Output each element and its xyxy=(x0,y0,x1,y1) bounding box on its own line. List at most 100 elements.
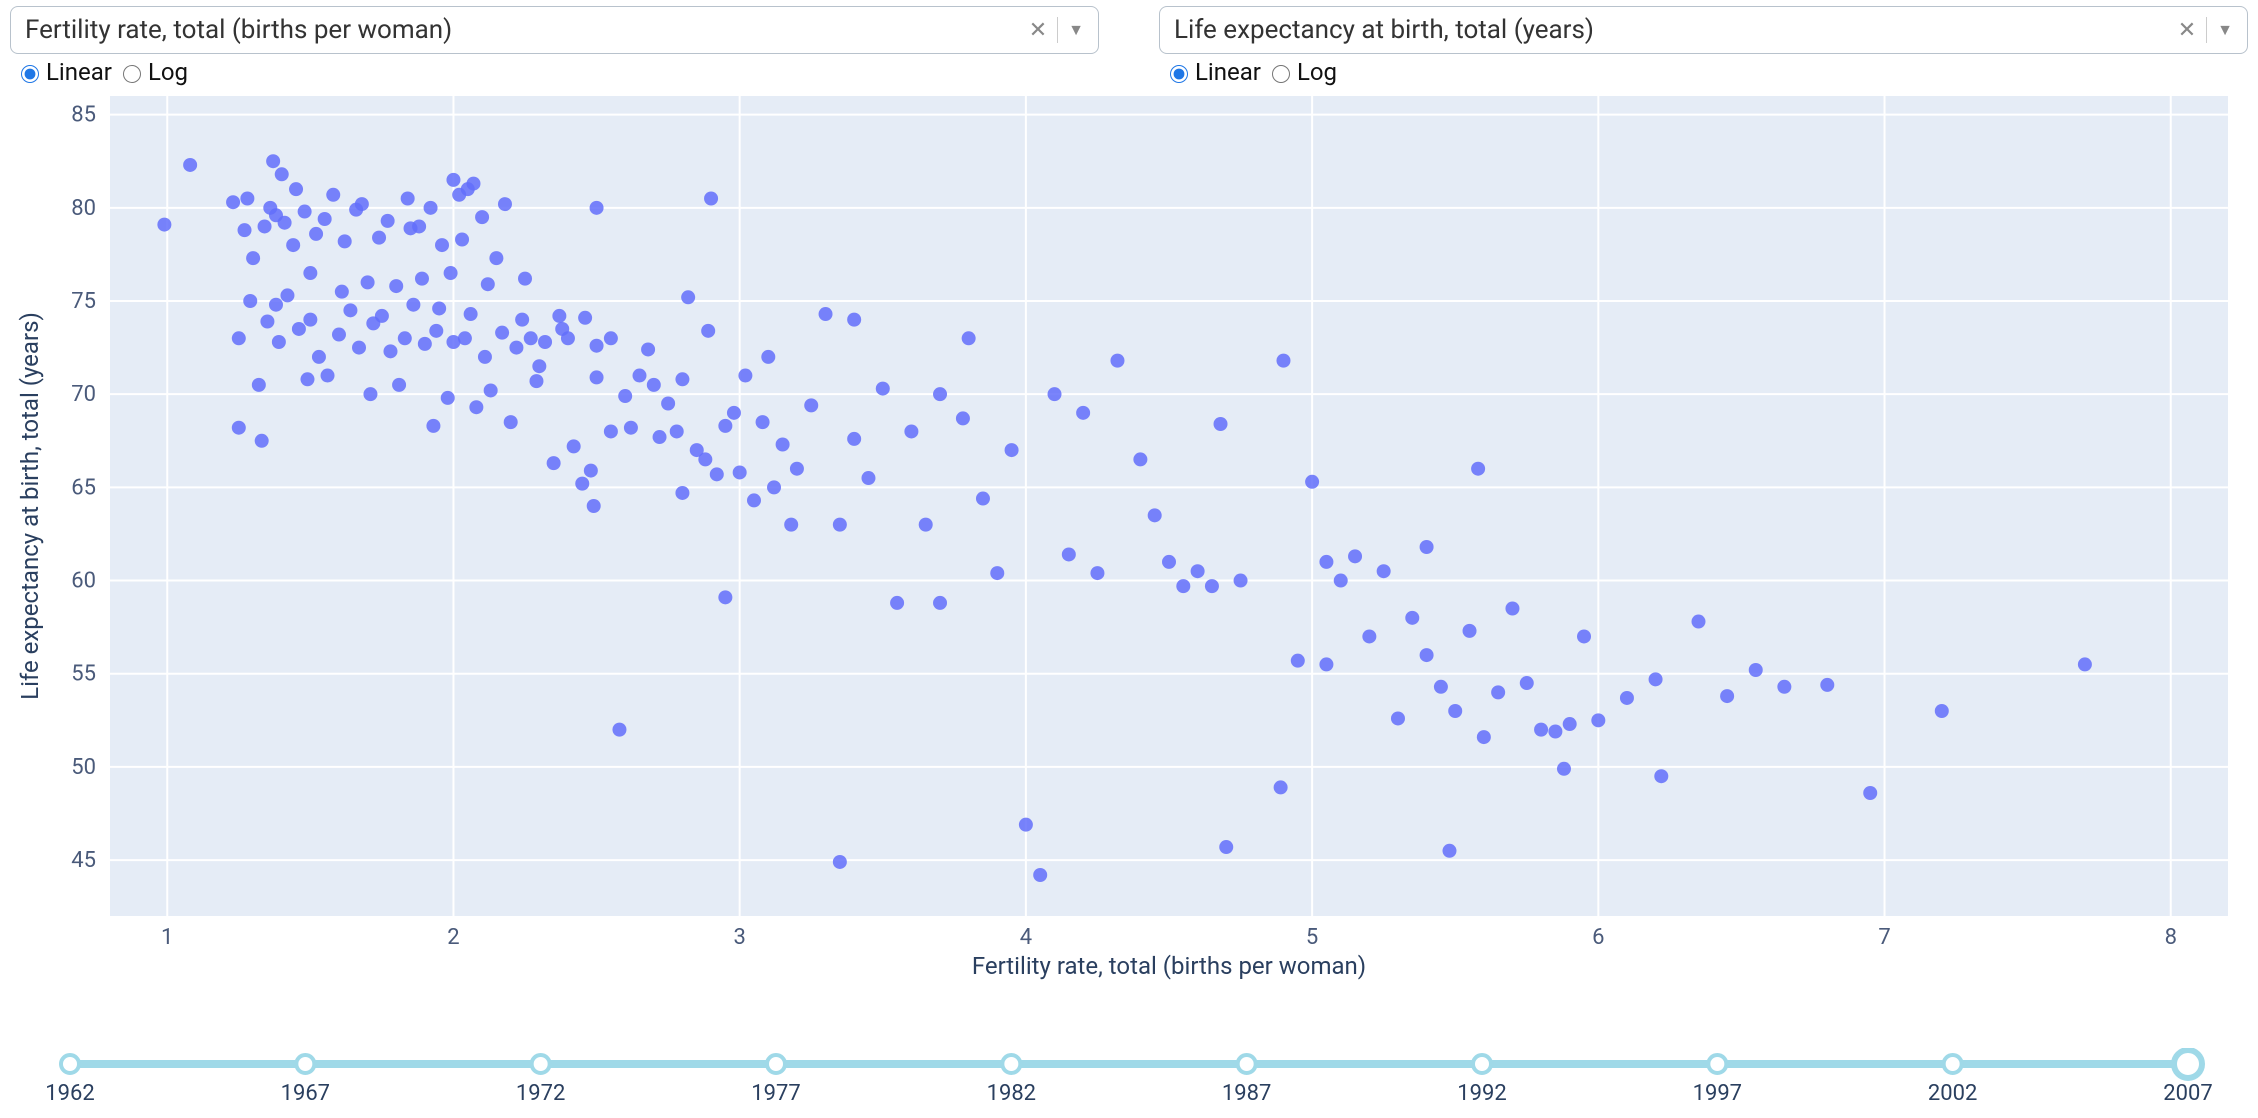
data-point[interactable] xyxy=(990,566,1004,580)
data-point[interactable] xyxy=(590,370,604,384)
data-point[interactable] xyxy=(1274,780,1288,794)
data-point[interactable] xyxy=(578,311,592,325)
data-point[interactable] xyxy=(1448,704,1462,718)
data-point[interactable] xyxy=(1319,555,1333,569)
y-scale-linear-radio[interactable] xyxy=(1170,65,1188,83)
data-point[interactable] xyxy=(733,465,747,479)
data-point[interactable] xyxy=(1319,657,1333,671)
data-point[interactable] xyxy=(1362,629,1376,643)
data-point[interactable] xyxy=(363,387,377,401)
data-point[interactable] xyxy=(398,331,412,345)
data-point[interactable] xyxy=(303,313,317,327)
data-point[interactable] xyxy=(890,596,904,610)
data-point[interactable] xyxy=(1557,762,1571,776)
data-point[interactable] xyxy=(1420,648,1434,662)
data-point[interactable] xyxy=(432,301,446,315)
slider-tick[interactable] xyxy=(1238,1055,1256,1073)
data-point[interactable] xyxy=(381,214,395,228)
data-point[interactable] xyxy=(1534,723,1548,737)
data-point[interactable] xyxy=(464,307,478,321)
data-point[interactable] xyxy=(240,192,254,206)
slider-tick[interactable] xyxy=(61,1055,79,1073)
clear-icon[interactable]: ✕ xyxy=(1029,18,1047,43)
data-point[interactable] xyxy=(255,434,269,448)
data-point[interactable] xyxy=(538,335,552,349)
data-point[interactable] xyxy=(343,303,357,317)
data-point[interactable] xyxy=(976,492,990,506)
data-point[interactable] xyxy=(833,855,847,869)
data-point[interactable] xyxy=(392,378,406,392)
data-point[interactable] xyxy=(466,177,480,191)
data-point[interactable] xyxy=(641,342,655,356)
data-point[interactable] xyxy=(833,518,847,532)
data-point[interactable] xyxy=(584,464,598,478)
data-point[interactable] xyxy=(1520,676,1534,690)
data-point[interactable] xyxy=(681,290,695,304)
data-point[interactable] xyxy=(424,201,438,215)
data-point[interactable] xyxy=(529,374,543,388)
data-point[interactable] xyxy=(406,298,420,312)
data-point[interactable] xyxy=(183,158,197,172)
data-point[interactable] xyxy=(475,210,489,224)
data-point[interactable] xyxy=(243,294,257,308)
data-point[interactable] xyxy=(481,277,495,291)
data-point[interactable] xyxy=(258,219,272,233)
data-point[interactable] xyxy=(269,298,283,312)
data-point[interactable] xyxy=(524,331,538,345)
data-point[interactable] xyxy=(1291,654,1305,668)
slider-tick[interactable] xyxy=(1944,1055,1962,1073)
data-point[interactable] xyxy=(1935,704,1949,718)
data-point[interactable] xyxy=(444,266,458,280)
y-axis-dropdown[interactable]: Life expectancy at birth, total (years) … xyxy=(1159,6,2248,54)
data-point[interactable] xyxy=(727,406,741,420)
data-point[interactable] xyxy=(761,350,775,364)
data-point[interactable] xyxy=(498,197,512,211)
data-point[interactable] xyxy=(509,341,523,355)
data-point[interactable] xyxy=(767,480,781,494)
slider-tick[interactable] xyxy=(532,1055,550,1073)
data-point[interactable] xyxy=(469,400,483,414)
data-point[interactable] xyxy=(1477,730,1491,744)
data-point[interactable] xyxy=(275,167,289,181)
data-point[interactable] xyxy=(458,331,472,345)
data-point[interactable] xyxy=(375,309,389,323)
data-point[interactable] xyxy=(246,251,260,265)
data-point[interactable] xyxy=(383,344,397,358)
x-scale-log-option[interactable]: Log xyxy=(118,58,188,86)
data-point[interactable] xyxy=(532,359,546,373)
data-point[interactable] xyxy=(415,272,429,286)
data-point[interactable] xyxy=(435,238,449,252)
data-point[interactable] xyxy=(1548,725,1562,739)
data-point[interactable] xyxy=(518,272,532,286)
data-point[interactable] xyxy=(612,723,626,737)
slider-tick[interactable] xyxy=(767,1055,785,1073)
data-point[interactable] xyxy=(701,324,715,338)
data-point[interactable] xyxy=(804,398,818,412)
data-point[interactable] xyxy=(1405,611,1419,625)
data-point[interactable] xyxy=(847,313,861,327)
x-scale-linear-radio[interactable] xyxy=(21,65,39,83)
data-point[interactable] xyxy=(226,195,240,209)
data-point[interactable] xyxy=(1463,624,1477,638)
data-point[interactable] xyxy=(478,350,492,364)
data-point[interactable] xyxy=(441,391,455,405)
data-point[interactable] xyxy=(670,424,684,438)
data-point[interactable] xyxy=(561,331,575,345)
data-point[interactable] xyxy=(587,499,601,513)
data-point[interactable] xyxy=(1620,691,1634,705)
data-point[interactable] xyxy=(1205,579,1219,593)
data-point[interactable] xyxy=(847,432,861,446)
data-point[interactable] xyxy=(260,315,274,329)
clear-icon[interactable]: ✕ xyxy=(2178,18,2196,43)
data-point[interactable] xyxy=(904,424,918,438)
data-point[interactable] xyxy=(956,411,970,425)
data-point[interactable] xyxy=(252,378,266,392)
slider-tick[interactable] xyxy=(296,1055,314,1073)
data-point[interactable] xyxy=(232,421,246,435)
data-point[interactable] xyxy=(756,415,770,429)
data-point[interactable] xyxy=(1048,387,1062,401)
chevron-down-icon[interactable]: ▼ xyxy=(2217,20,2233,40)
slider-tick[interactable] xyxy=(1473,1055,1491,1073)
data-point[interactable] xyxy=(1420,540,1434,554)
data-point[interactable] xyxy=(784,518,798,532)
